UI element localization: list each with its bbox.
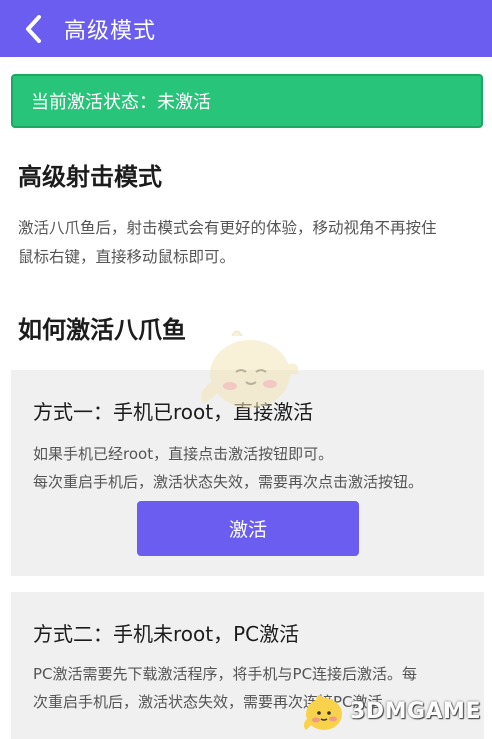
description-line: 鼠标右键，直接移动鼠标即可。 xyxy=(18,248,236,266)
section-heading-how-to-activate: 如何激活八爪鱼 xyxy=(18,316,186,344)
top-bar: 高级模式 xyxy=(0,0,492,57)
mascot-watermark-icon xyxy=(201,330,299,408)
page-title: 高级模式 xyxy=(64,18,157,44)
mascot-logo-icon xyxy=(303,695,342,730)
watermark: 3DMGAME xyxy=(300,688,481,734)
chevron-left-icon xyxy=(26,14,41,43)
method-two-title: 方式二：手机未root，PC激活 xyxy=(33,622,300,646)
method-one-description: 如果手机已经root，直接点击激活按钮即可。 每次重启手机后，激活状态失效，需要… xyxy=(33,440,473,496)
activation-status-banner: 当前激活状态：未激活 xyxy=(11,74,483,128)
advanced-mode-description: 激活八爪鱼后，射击模式会有更好的体验，移动视角不再按住 鼠标右键，直接移动鼠标即… xyxy=(18,214,473,272)
description-line: 如果手机已经root，直接点击激活按钮即可。 xyxy=(33,445,334,463)
description-line: PC激活需要先下载激活程序，将手机与PC连接后激活。每 xyxy=(33,665,418,683)
description-line: 激活八爪鱼后，射击模式会有更好的体验，移动视角不再按住 xyxy=(18,219,437,237)
section-heading-advanced-mode: 高级射击模式 xyxy=(18,163,162,191)
activate-button[interactable]: 激活 xyxy=(137,501,359,556)
activation-status-text: 当前激活状态：未激活 xyxy=(31,92,211,113)
description-line: 每次重启手机后，激活状态失效，需要再次点击激活按钮。 xyxy=(33,473,424,491)
back-button[interactable] xyxy=(20,14,46,43)
watermark-text: 3DMGAME xyxy=(350,698,481,724)
